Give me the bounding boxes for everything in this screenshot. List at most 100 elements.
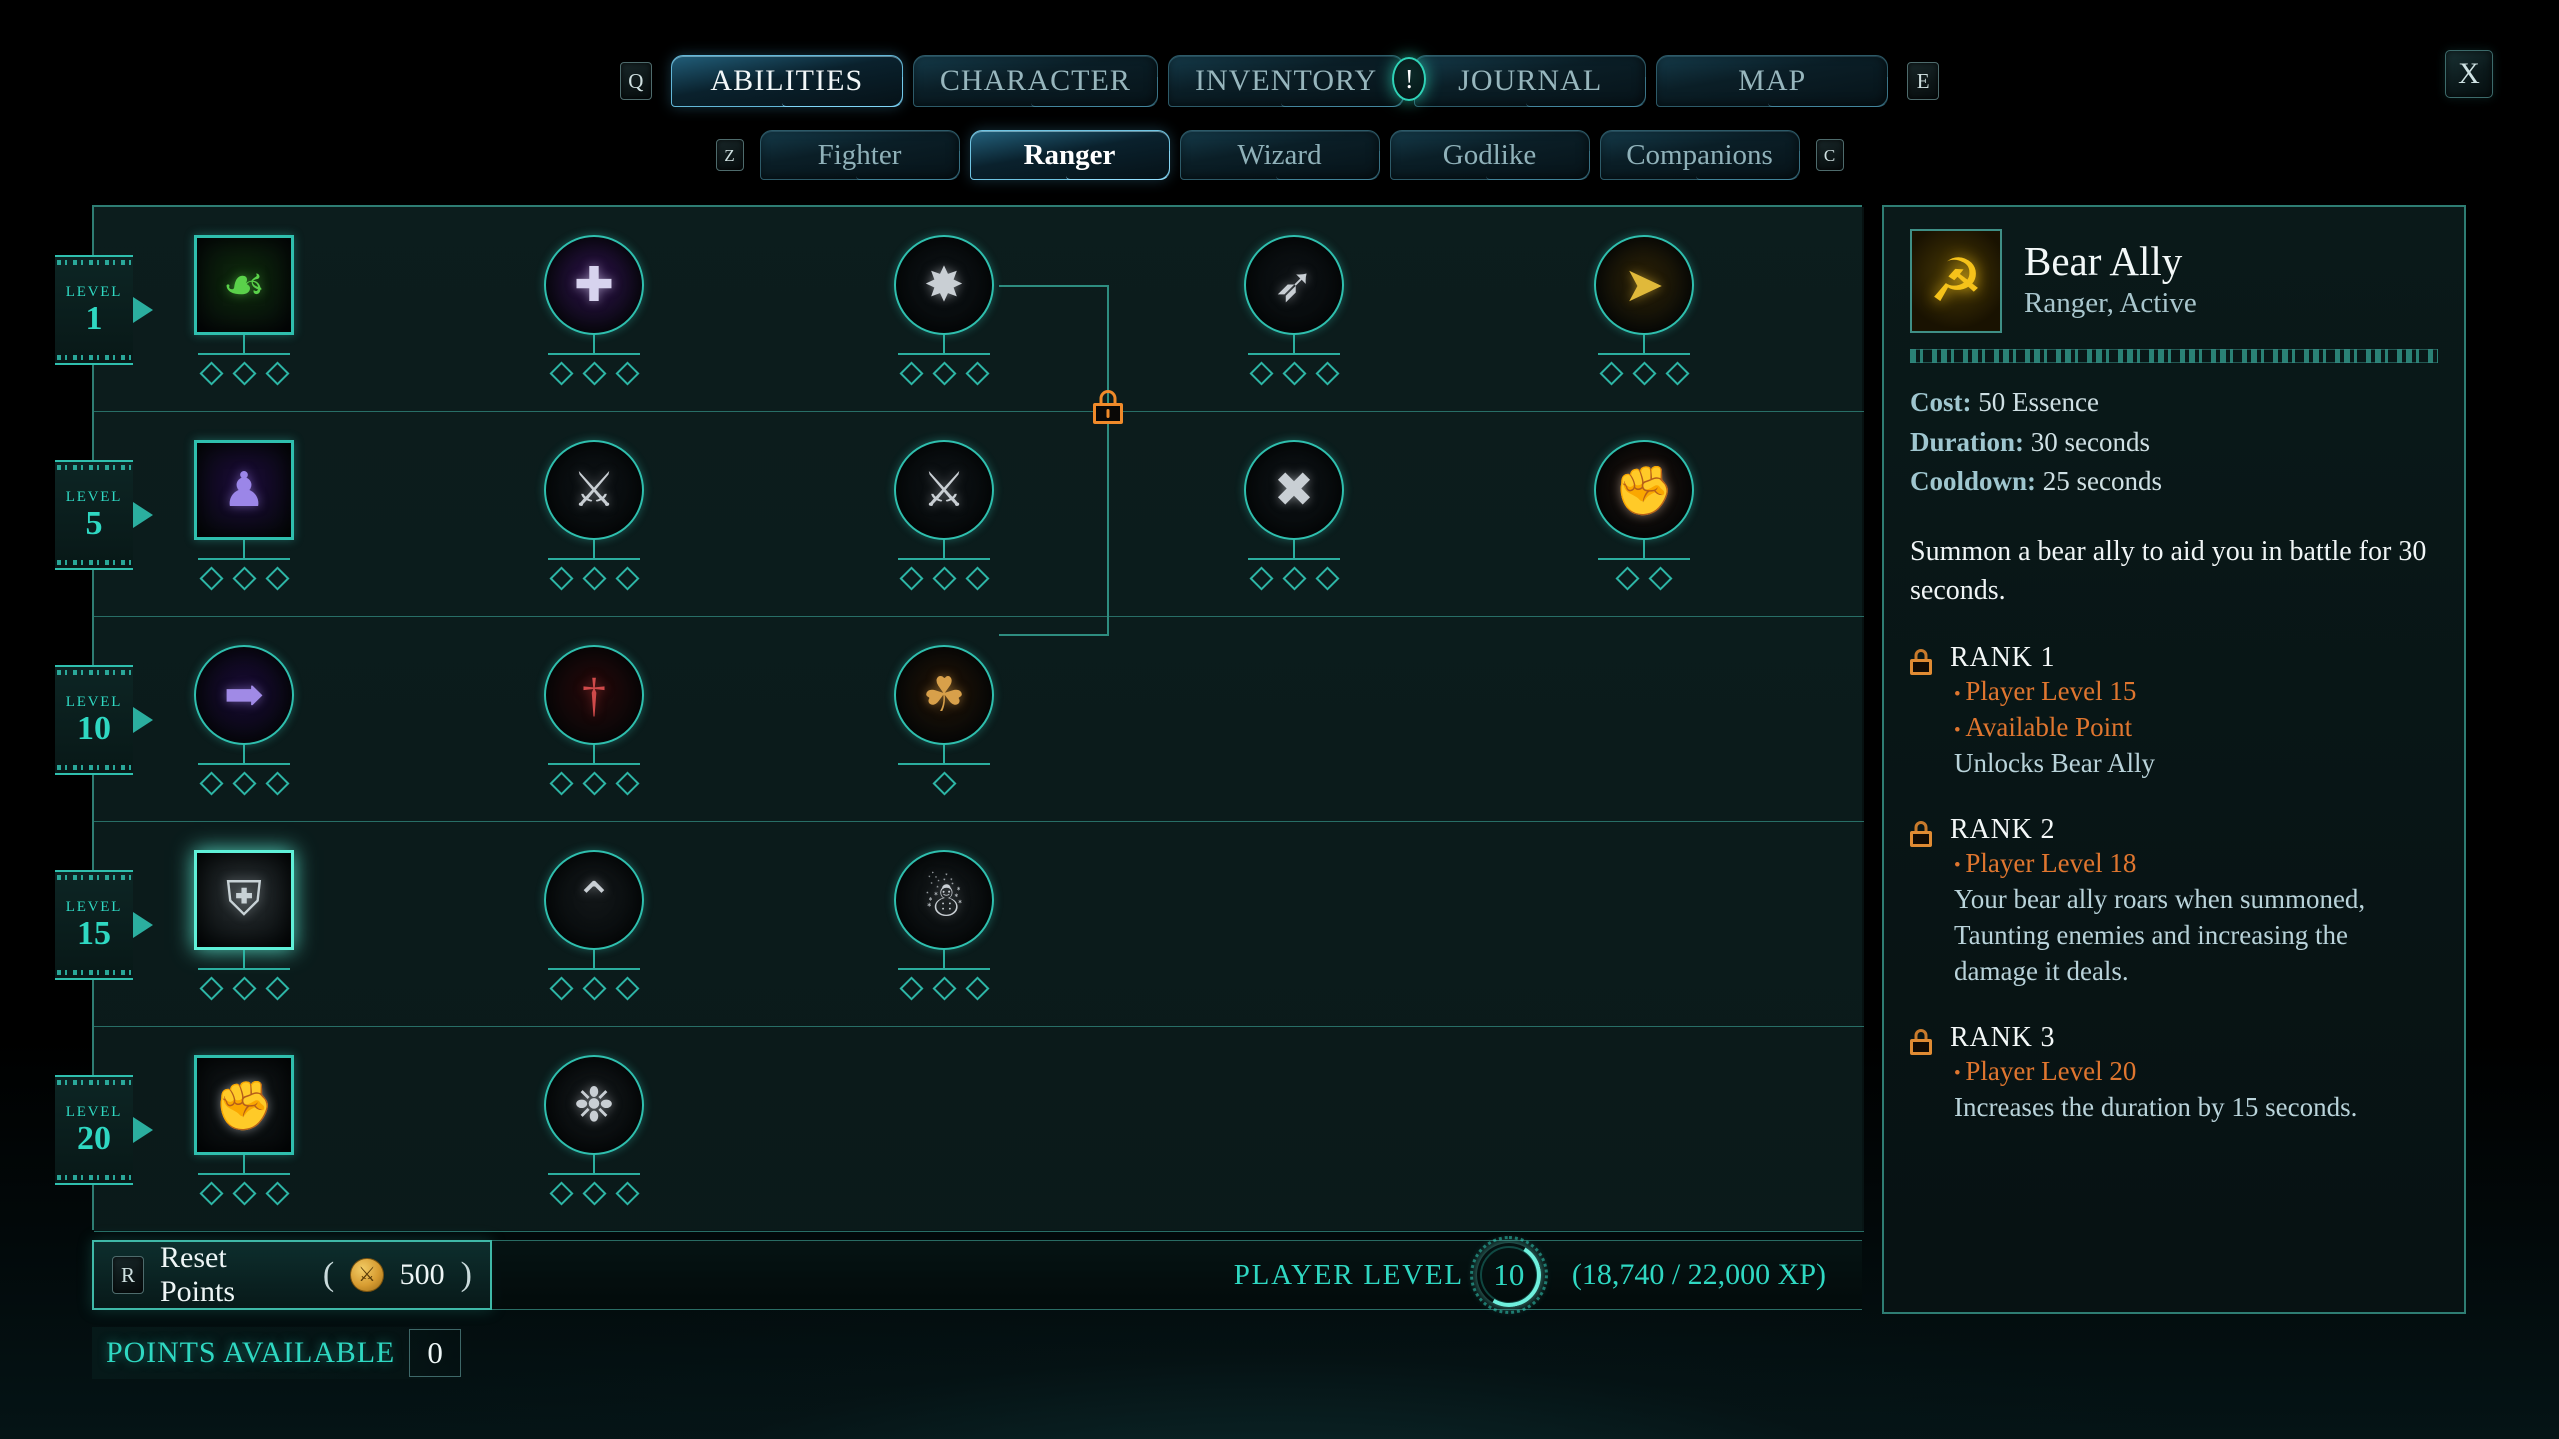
rank-pip[interactable]	[964, 361, 990, 386]
decorative-divider	[1910, 349, 2438, 363]
rapid-fist-node[interactable]: ✊	[184, 1055, 304, 1206]
chevron-rank-node[interactable]: ⌃	[534, 850, 654, 1001]
crossed-blades-node[interactable]: ✖	[1234, 440, 1354, 591]
rank-pip[interactable]	[548, 566, 574, 591]
key-hint-e: E	[1907, 62, 1940, 100]
reset-points-button[interactable]: R Reset Points ( ⚔ 500 )	[92, 1240, 492, 1310]
rank-pip[interactable]	[1314, 566, 1340, 591]
class-tab-companions[interactable]: Companions	[1599, 130, 1800, 180]
hand-strike-node[interactable]: ✊	[1584, 440, 1704, 591]
stat-value: 50 Essence	[1978, 387, 2099, 417]
rank-pip[interactable]	[931, 361, 957, 386]
rank-pip[interactable]	[264, 361, 290, 386]
rank-pip[interactable]	[198, 976, 224, 1001]
connector-lock-icon	[1093, 390, 1123, 424]
rank-pip[interactable]	[581, 1181, 607, 1206]
bow-shot-node[interactable]: ➶	[1234, 235, 1354, 386]
rank-pip[interactable]	[931, 771, 957, 796]
rank-pip[interactable]	[581, 976, 607, 1001]
rank-pip[interactable]	[581, 566, 607, 591]
level-number: 20	[77, 1119, 111, 1157]
rank-pip[interactable]	[1281, 361, 1307, 386]
rank-pip[interactable]	[264, 566, 290, 591]
rank-pip[interactable]	[614, 361, 640, 386]
class-tab-ranger[interactable]: Ranger	[969, 130, 1170, 180]
volley-node[interactable]: ➤	[1584, 235, 1704, 386]
blood-arrow-node[interactable]: †	[534, 645, 654, 796]
close-paren: )	[460, 1256, 472, 1293]
rank-pip[interactable]	[264, 976, 290, 1001]
rank-pip[interactable]	[614, 976, 640, 1001]
rank-pip[interactable]	[614, 771, 640, 796]
whirlwind-node[interactable]: ❉	[534, 1055, 654, 1206]
tab-inventory[interactable]: INVENTORY	[1167, 55, 1405, 107]
level-banner-tail	[133, 912, 153, 938]
rank-pip[interactable]	[1615, 566, 1640, 591]
rank-pip[interactable]	[898, 976, 924, 1001]
rank-pip[interactable]	[231, 361, 257, 386]
tab-abilities[interactable]: ABILITIES	[670, 55, 903, 107]
rank-pip[interactable]	[231, 771, 257, 796]
rank-pip[interactable]	[581, 361, 607, 386]
thorns-node[interactable]: ☙	[184, 235, 304, 386]
rank-effect: Unlocks Bear Ally	[1954, 748, 2155, 779]
rank-pip[interactable]	[1248, 566, 1274, 591]
rank-pip[interactable]	[1631, 361, 1657, 386]
rank-pip[interactable]	[548, 976, 574, 1001]
weapon-swap-node[interactable]: ⚔	[884, 440, 1004, 591]
bow-shot-node-art: ➶	[1244, 235, 1344, 335]
rank-pip[interactable]	[1281, 566, 1307, 591]
rank-pip[interactable]	[581, 771, 607, 796]
class-tab-fighter[interactable]: Fighter	[759, 130, 960, 180]
rank-pip[interactable]	[898, 566, 924, 591]
dash-node[interactable]: ➡	[184, 645, 304, 796]
rank-pip[interactable]	[614, 1181, 640, 1206]
rank-pip[interactable]	[231, 1181, 257, 1206]
tab-journal[interactable]: JOURNAL	[1414, 55, 1647, 107]
rank-pip[interactable]	[1248, 361, 1274, 386]
rank-pip[interactable]	[198, 566, 224, 591]
beast-call-node[interactable]: ☃	[884, 850, 1004, 1001]
close-button[interactable]: X	[2445, 50, 2493, 98]
rank-pip[interactable]	[198, 771, 224, 796]
rank-pip[interactable]	[198, 361, 224, 386]
rank-pip[interactable]	[931, 976, 957, 1001]
stat-row: Cost: 50 Essence	[1910, 383, 2438, 423]
node-stem	[943, 335, 945, 353]
tab-map[interactable]: MAP	[1656, 55, 1889, 107]
rank-pip[interactable]	[231, 976, 257, 1001]
rank-pip[interactable]	[1598, 361, 1624, 386]
rank-pip[interactable]	[931, 566, 957, 591]
rank-pip[interactable]	[264, 771, 290, 796]
points-available-value: 0	[409, 1329, 462, 1377]
rank-pip[interactable]	[548, 1181, 574, 1206]
level-number: 1	[85, 299, 103, 337]
rank-pip[interactable]	[231, 566, 257, 591]
evasion-node-art: ♟	[194, 440, 294, 540]
level-word: LEVEL	[65, 488, 123, 505]
piercing-shot-node[interactable]: ⚔	[534, 440, 654, 591]
rank-pip[interactable]	[964, 976, 990, 1001]
rank-pip[interactable]	[1664, 361, 1690, 386]
shield-mastery-node[interactable]: ⛨	[184, 850, 304, 1001]
level-progress-ring: 10	[1469, 1236, 1548, 1314]
rank-pip[interactable]	[614, 566, 640, 591]
rank-pip[interactable]	[964, 566, 990, 591]
class-tab-wizard[interactable]: Wizard	[1179, 130, 1380, 180]
rank-pip[interactable]	[548, 771, 574, 796]
rank-pip[interactable]	[1314, 361, 1340, 386]
tab-character[interactable]: CHARACTER	[912, 55, 1159, 107]
potion-buff-node[interactable]: ✚	[534, 235, 654, 386]
arrow-burst-node[interactable]: ✸	[884, 235, 1004, 386]
level-banner-tail	[133, 707, 153, 733]
level-banner-tail	[133, 502, 153, 528]
bear-ally-node[interactable]: ☘	[884, 645, 1004, 796]
rank-pip[interactable]	[264, 1181, 290, 1206]
rank-effect: Increases the duration by 15 seconds.	[1954, 1091, 2358, 1122]
rank-pip[interactable]	[548, 361, 574, 386]
evasion-node[interactable]: ♟	[184, 440, 304, 591]
class-tab-godlike[interactable]: Godlike	[1389, 130, 1590, 180]
rank-pip[interactable]	[1648, 566, 1673, 591]
rank-pip[interactable]	[198, 1181, 224, 1206]
rank-pip[interactable]	[898, 361, 924, 386]
